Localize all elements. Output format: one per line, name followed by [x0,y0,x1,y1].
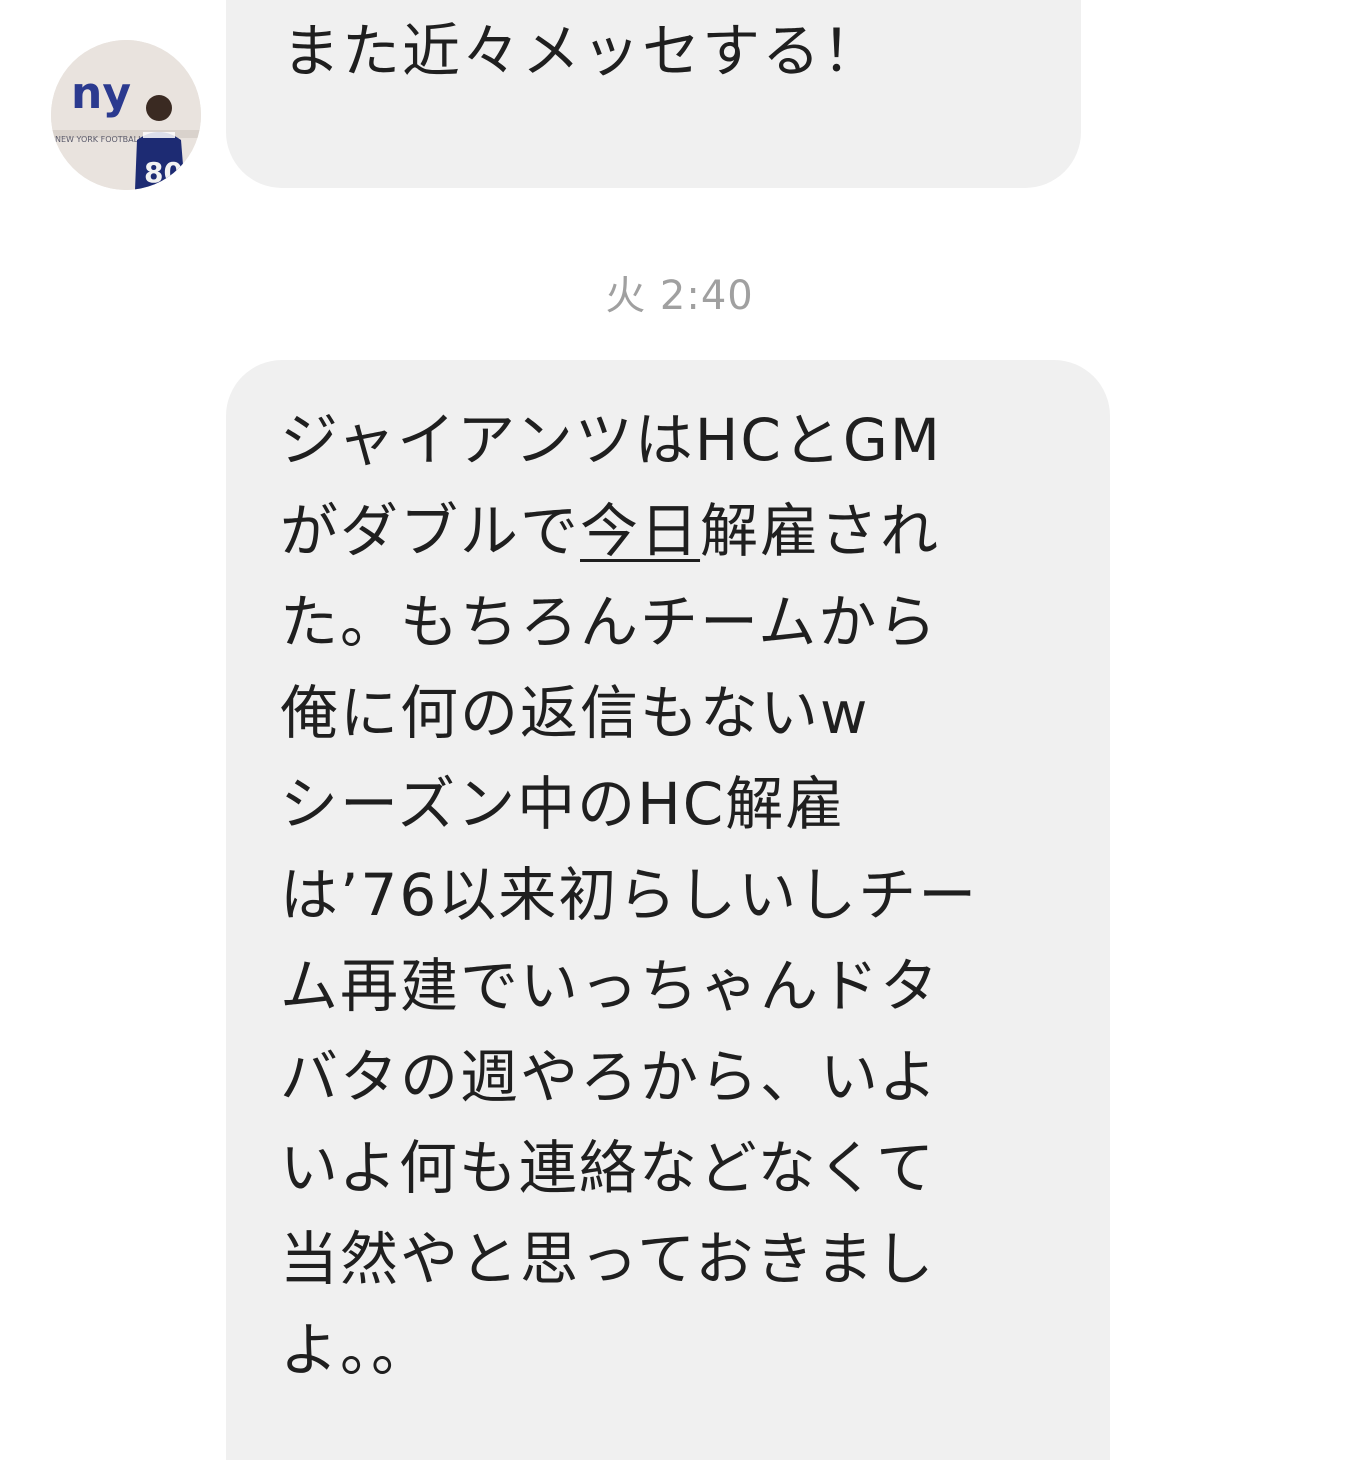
message-text: また近々メッセする！ [282,17,883,85]
message-line: がダブルで今日解雇され [280,489,978,580]
avatar-jersey-number: 80 [144,156,183,189]
avatar-caption-text: NEW YORK FOOTBALL [55,135,143,144]
message-line-text: 今日 [580,497,701,565]
message-line: 当然やと思っておきまし [280,1217,978,1308]
message-line: た。もちろんチームから [280,580,978,671]
timestamp-text: 火 2:40 [605,273,754,319]
message-bubble-short[interactable]: また近々メッセする！ [226,0,1081,188]
message-line: 俺に何の返信もないw [280,671,978,762]
message-line-text: は’76以来初らしいしチー [280,861,979,929]
message-bubble-long[interactable]: ジャイアンツはHCとGM がダブルで今日解雇された。もちろんチームから 俺に何の返信… [226,360,1110,1460]
message-line: は’76以来初らしいしチー [280,853,978,944]
message-line: ム再建でいっちゃんドタ [280,944,978,1035]
message-line: いよ何も連絡などなくて [280,1126,978,1217]
message-line-text: ム再建でいっちゃんドタ [280,952,941,1020]
message-line-text: 俺に何の返信もないw [280,679,870,747]
message-text-block: ジャイアンツはHCとGM がダブルで今日解雇された。もちろんチームから 俺に何の返信… [280,398,978,1399]
message-line: シーズン中のHC解雇 [280,762,978,853]
message-line-text: いよ何も連絡などなくて [280,1134,936,1202]
message-timestamp: 火 2:40 [0,272,1365,320]
message-line: ジャイアンツはHCとGM [280,398,978,489]
message-line-text: 当然やと思っておきまし [280,1225,936,1293]
profile-photo-icon: ny NEW YORK FOOTBALL 80 [51,40,201,190]
message-line-text: がダブルで [280,497,581,565]
sender-avatar[interactable]: ny NEW YORK FOOTBALL 80 [51,40,201,190]
message-line-text: シーズン中のHC解雇 [280,770,846,838]
message-line-text: 解雇され [700,497,941,565]
avatar-logo-text: ny [71,68,131,119]
message-line-text: よ。。 [280,1316,432,1384]
message-line: バタの週やろから、いよ [280,1035,978,1126]
message-line-text: た。もちろんチームから [280,588,939,656]
message-line: よ。。 [280,1308,978,1399]
message-line-text: バタの週やろから、いよ [280,1043,939,1111]
message-line-text: ジャイアンツはHCとGM [280,406,942,474]
